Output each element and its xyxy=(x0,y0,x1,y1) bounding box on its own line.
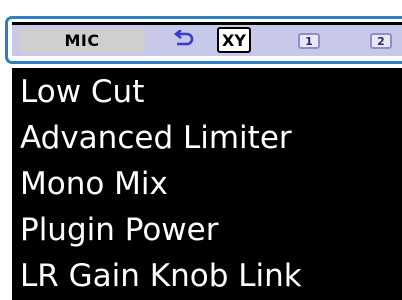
menu-item-lr-gain-knob-link[interactable]: LR Gain Knob Link xyxy=(20,257,302,295)
tab-track-2-label: 2 xyxy=(377,34,385,48)
tab-xy-label: XY xyxy=(222,30,246,50)
return-arrow-icon xyxy=(173,28,195,52)
back-button[interactable] xyxy=(168,28,200,53)
menu-item-low-cut[interactable]: Low Cut xyxy=(20,73,144,111)
tab-track-1[interactable]: 1 xyxy=(298,33,320,49)
tab-mic[interactable]: MIC xyxy=(19,28,145,53)
device-screen: MIC XY 1 2 Low Cut Advanced Limiter Mono… xyxy=(0,0,402,300)
menu-item-mono-mix[interactable]: Mono Mix xyxy=(20,165,168,203)
tab-track-2[interactable]: 2 xyxy=(370,33,392,49)
tab-mic-label: MIC xyxy=(64,31,100,50)
tab-track-1-label: 1 xyxy=(305,34,313,48)
settings-menu: Low Cut Advanced Limiter Mono Mix Plugin… xyxy=(12,68,402,300)
menu-item-plugin-power[interactable]: Plugin Power xyxy=(20,211,218,249)
topbar: MIC XY 1 2 xyxy=(12,22,402,56)
menu-item-advanced-limiter[interactable]: Advanced Limiter xyxy=(20,119,292,157)
tab-xy[interactable]: XY xyxy=(217,27,251,53)
